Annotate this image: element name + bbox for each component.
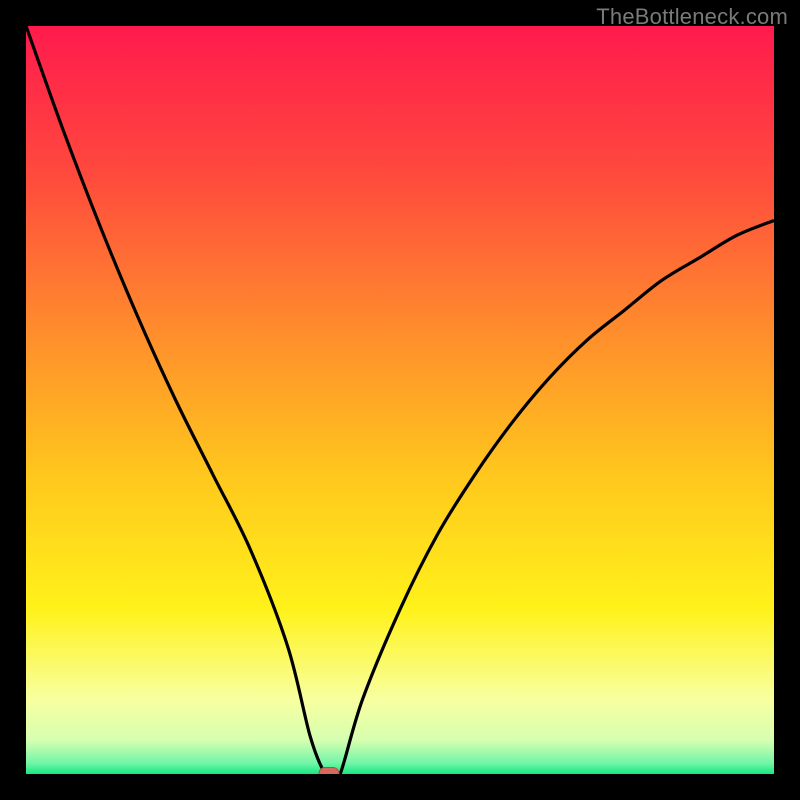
plot-area [26, 26, 774, 774]
chart-frame: TheBottleneck.com [0, 0, 800, 800]
bottleneck-chart [26, 26, 774, 774]
heat-gradient-background [26, 26, 774, 774]
optimal-marker [319, 768, 339, 775]
watermark-text: TheBottleneck.com [596, 4, 788, 30]
